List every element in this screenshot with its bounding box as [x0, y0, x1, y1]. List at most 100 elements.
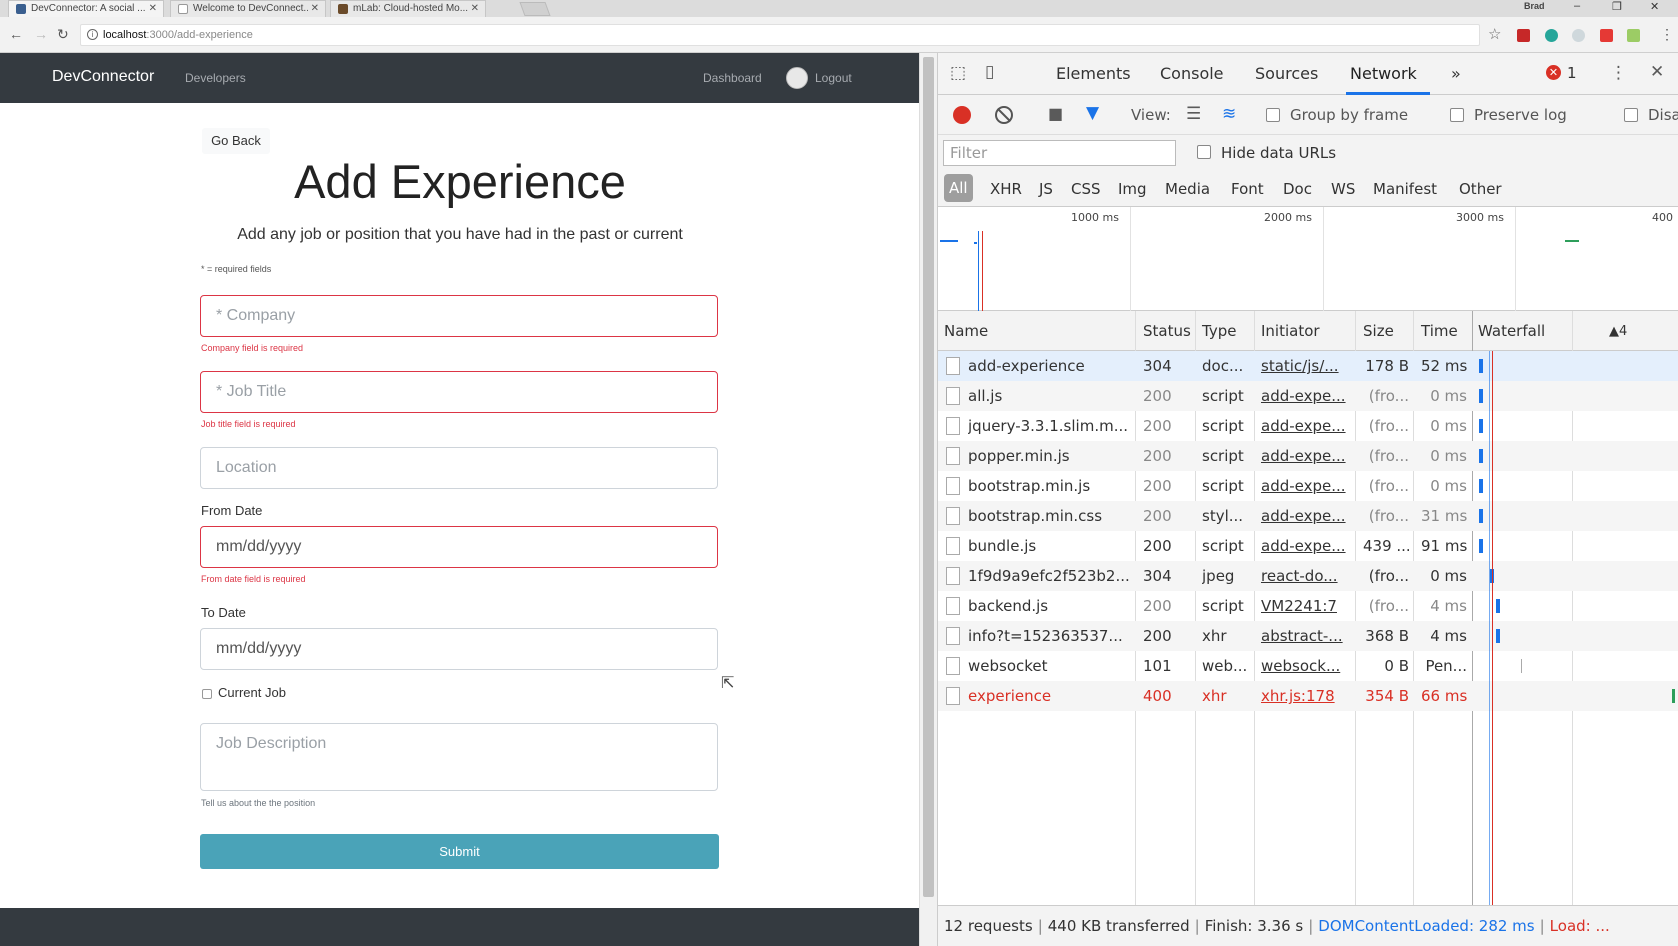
- disable-cache-checkbox[interactable]: [1624, 108, 1638, 122]
- request-initiator[interactable]: static/js/...: [1261, 357, 1349, 375]
- job-description-textarea[interactable]: Job Description: [200, 723, 718, 791]
- type-filter-xhr[interactable]: XHR: [990, 180, 1022, 198]
- request-initiator[interactable]: add-expe...: [1261, 537, 1349, 555]
- sort-indicator[interactable]: ▲4: [1609, 324, 1627, 339]
- column-time[interactable]: Time: [1421, 322, 1458, 340]
- clear-icon[interactable]: [995, 106, 1013, 124]
- extension-icon[interactable]: [1517, 29, 1530, 42]
- submit-button[interactable]: Submit: [200, 834, 719, 869]
- filter-funnel-icon[interactable]: ▼: [1086, 103, 1099, 123]
- table-row[interactable]: bootstrap.min.css 200 styl... add-expe... (f…: [938, 501, 1678, 531]
- table-row[interactable]: experience 400 xhr xhr.js:178 354 B 66 ms: [938, 681, 1678, 711]
- table-row[interactable]: jquery-3.3.1.slim.m... 200 script add-expe.…: [938, 411, 1678, 441]
- large-rows-icon[interactable]: ☰: [1186, 104, 1201, 124]
- column-type[interactable]: Type: [1202, 322, 1236, 340]
- inspect-element-icon[interactable]: ⬚: [950, 63, 966, 83]
- page-scrollbar[interactable]: [919, 53, 937, 946]
- more-tabs-icon[interactable]: »: [1451, 64, 1461, 83]
- window-close-icon[interactable]: ✕: [1650, 0, 1659, 13]
- scrollbar-thumb[interactable]: [923, 57, 934, 897]
- overview-waterfall-icon[interactable]: ≋: [1222, 104, 1236, 124]
- group-by-frame-checkbox[interactable]: [1266, 108, 1280, 122]
- request-initiator[interactable]: add-expe...: [1261, 387, 1349, 405]
- request-initiator[interactable]: add-expe...: [1261, 447, 1349, 465]
- column-name[interactable]: Name: [944, 322, 988, 340]
- reload-icon[interactable]: ↻: [57, 26, 69, 43]
- devtools-close-icon[interactable]: ✕: [1650, 62, 1664, 82]
- minimize-icon[interactable]: –: [1574, 0, 1580, 12]
- close-icon[interactable]: ✕: [311, 1, 319, 16]
- device-toolbar-icon[interactable]: ▯: [985, 62, 994, 82]
- company-input[interactable]: * Company: [200, 295, 718, 337]
- browser-tab-welcome[interactable]: Welcome to DevConnect... ✕: [170, 0, 326, 17]
- location-input[interactable]: Location: [200, 447, 718, 489]
- table-row[interactable]: backend.js 200 script VM2241:7 (fro... 4 ms: [938, 591, 1678, 621]
- browser-tab-mlab[interactable]: mLab: Cloud-hosted Mo... ✕: [330, 0, 486, 17]
- bookmark-star-icon[interactable]: ☆: [1488, 25, 1501, 43]
- column-status[interactable]: Status: [1143, 322, 1191, 340]
- table-row[interactable]: bundle.js 200 script add-expe... 439 ... 91 m…: [938, 531, 1678, 561]
- forward-arrow-icon[interactable]: →: [34, 26, 48, 42]
- type-filter-doc[interactable]: Doc: [1283, 180, 1312, 198]
- chrome-profile-label[interactable]: Brad: [1524, 1, 1545, 11]
- close-icon[interactable]: ✕: [471, 1, 479, 16]
- extension-icon[interactable]: [1627, 29, 1640, 42]
- table-row[interactable]: info?t=152363537... 200 xhr abstract-... 368…: [938, 621, 1678, 651]
- browser-tab-devconnector[interactable]: DevConnector: A social ... ✕: [8, 0, 164, 17]
- job-title-input[interactable]: * Job Title: [200, 371, 718, 413]
- type-filter-css[interactable]: CSS: [1071, 180, 1101, 198]
- table-row[interactable]: 1f9d9a9efc2f523b2... 304 jpeg react-do... (f…: [938, 561, 1678, 591]
- table-row[interactable]: add-experience 304 doc... static/js/... 178 …: [938, 351, 1678, 381]
- new-tab-button[interactable]: [519, 2, 551, 16]
- extension-icon[interactable]: [1572, 29, 1585, 42]
- devtools-menu-icon[interactable]: ⋮: [1610, 63, 1627, 83]
- extension-icon[interactable]: [1600, 29, 1613, 42]
- to-date-input[interactable]: mm/dd/yyyy: [200, 628, 718, 670]
- type-filter-img[interactable]: Img: [1118, 180, 1147, 198]
- dashboard-link[interactable]: Dashboard: [703, 71, 762, 85]
- tab-sources[interactable]: Sources: [1255, 64, 1318, 83]
- current-job-checkbox[interactable]: [202, 689, 212, 699]
- tab-elements[interactable]: Elements: [1056, 64, 1131, 83]
- type-filter-all[interactable]: All: [944, 174, 973, 202]
- type-filter-ws[interactable]: WS: [1331, 180, 1355, 198]
- info-icon[interactable]: i: [87, 29, 98, 40]
- table-row[interactable]: popper.min.js 200 script add-expe... (fro...…: [938, 441, 1678, 471]
- request-initiator[interactable]: add-expe...: [1261, 477, 1349, 495]
- record-icon[interactable]: [953, 106, 971, 124]
- request-initiator[interactable]: VM2241:7: [1261, 597, 1349, 615]
- back-arrow-icon[interactable]: ←: [9, 26, 23, 42]
- request-initiator[interactable]: add-expe...: [1261, 417, 1349, 435]
- error-count[interactable]: 1: [1567, 64, 1577, 82]
- type-filter-font[interactable]: Font: [1231, 180, 1264, 198]
- preserve-log-checkbox[interactable]: [1450, 108, 1464, 122]
- error-icon[interactable]: ✕: [1546, 65, 1561, 80]
- request-initiator[interactable]: add-expe...: [1261, 507, 1349, 525]
- request-initiator[interactable]: abstract-...: [1261, 627, 1349, 645]
- table-row[interactable]: bootstrap.min.js 200 script add-expe... (fro…: [938, 471, 1678, 501]
- column-initiator[interactable]: Initiator: [1261, 322, 1320, 340]
- type-filter-manifest[interactable]: Manifest: [1373, 180, 1437, 198]
- url-input[interactable]: i localhost:3000/add-experience: [80, 24, 1480, 46]
- go-back-button[interactable]: Go Back: [202, 128, 270, 154]
- type-filter-media[interactable]: Media: [1165, 180, 1210, 198]
- logout-link[interactable]: Logout: [815, 71, 852, 85]
- type-filter-js[interactable]: JS: [1039, 180, 1053, 198]
- column-size[interactable]: Size: [1363, 322, 1394, 340]
- restore-icon[interactable]: ❐: [1612, 0, 1622, 13]
- network-overview[interactable]: 1000 ms 2000 ms 3000 ms 400: [938, 207, 1678, 311]
- screenshot-camera-icon[interactable]: ■: [1048, 104, 1063, 123]
- from-date-input[interactable]: mm/dd/yyyy: [200, 526, 718, 568]
- table-row[interactable]: all.js 200 script add-expe... (fro... 0 ms: [938, 381, 1678, 411]
- chrome-menu-icon[interactable]: ⋮: [1660, 26, 1674, 43]
- close-icon[interactable]: ✕: [149, 1, 157, 16]
- tab-network[interactable]: Network: [1350, 64, 1417, 83]
- column-waterfall[interactable]: Waterfall: [1478, 322, 1545, 340]
- filter-input[interactable]: Filter: [943, 140, 1176, 166]
- type-filter-other[interactable]: Other: [1459, 180, 1502, 198]
- brand-link[interactable]: DevConnector: [52, 68, 154, 86]
- tab-console[interactable]: Console: [1160, 64, 1224, 83]
- hide-data-urls-checkbox[interactable]: [1197, 145, 1211, 159]
- request-initiator[interactable]: xhr.js:178: [1261, 687, 1349, 705]
- table-row[interactable]: websocket 101 web... websock... 0 B Pen...: [938, 651, 1678, 681]
